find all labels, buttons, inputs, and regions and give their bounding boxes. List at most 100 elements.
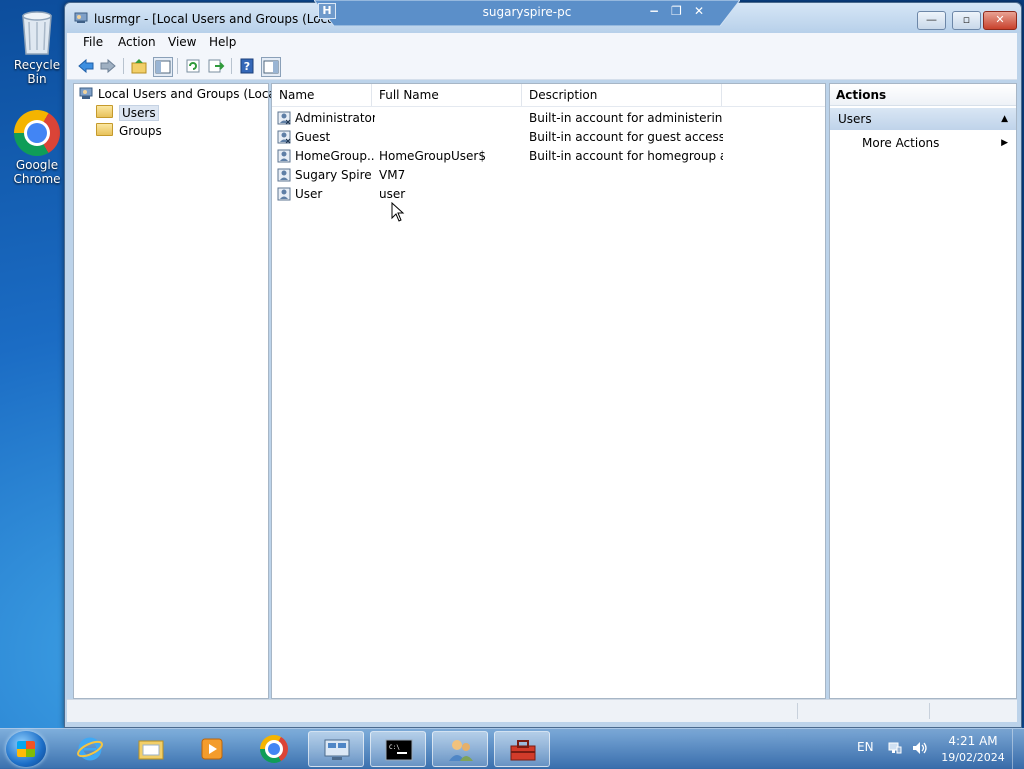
clock-time[interactable]: 4:21 AM (940, 734, 1006, 748)
taskbar-remote-desktop[interactable] (308, 731, 364, 767)
column-header-name[interactable]: Name (272, 84, 372, 106)
user-description: Built-in account for guest access t... (529, 130, 723, 144)
actions-header: Actions (830, 84, 1016, 106)
start-button[interactable] (6, 731, 46, 767)
status-bar (67, 699, 1017, 722)
status-divider (929, 703, 930, 719)
svg-text:?: ? (244, 60, 250, 73)
forward-icon[interactable] (99, 57, 117, 75)
tree-item-local-users-and-groups[interactable]: Local Users and Groups (Local) (79, 87, 284, 101)
console-tree: Local Users and Groups (Local) Users Gro… (73, 83, 284, 699)
taskbar-windows-explorer[interactable] (123, 731, 179, 767)
tree-users-label: Users (119, 105, 159, 121)
chrome-icon (14, 110, 60, 156)
user-name: Sugary Spire (295, 168, 372, 182)
show-desktop-button[interactable] (1012, 729, 1024, 769)
menu-view[interactable]: View (166, 35, 198, 49)
local-users-icon (449, 740, 473, 761)
folder-icon (96, 123, 113, 136)
maximize-button[interactable]: ▫ (952, 11, 981, 30)
language-indicator[interactable]: EN (857, 740, 874, 754)
tree-item-groups[interactable]: Groups (96, 123, 162, 138)
more-actions-item[interactable]: More Actions ▶ (862, 134, 1012, 152)
close-button[interactable]: ✕ (983, 11, 1017, 30)
user-row-guest[interactable]: Guest Built-in account for guest access … (272, 128, 825, 147)
toolbar: ? (67, 53, 1017, 80)
media-player-icon (201, 738, 223, 760)
user-full-name: HomeGroupUser$ (379, 149, 486, 163)
internet-explorer-icon (77, 737, 103, 761)
user-account-icon (277, 187, 291, 201)
desktop-icon-google-chrome[interactable]: Google Chrome (4, 110, 70, 186)
taskbar-media-player[interactable] (184, 731, 240, 767)
volume-icon[interactable] (912, 741, 928, 755)
user-row-administrator[interactable]: Administrator Built-in account for admin… (272, 109, 825, 128)
up-folder-icon[interactable] (130, 57, 148, 75)
taskbar: C:\ EN 4:21 AM 19/02/2024 (0, 728, 1024, 769)
tree-groups-label: Groups (119, 124, 162, 138)
mouse-cursor-icon (391, 202, 405, 222)
help-icon[interactable]: ? (238, 57, 256, 75)
user-row-homegroup[interactable]: HomeGroup... HomeGroupUser$ Built-in acc… (272, 147, 825, 166)
minimize-button[interactable]: — (917, 11, 946, 30)
toolbar-separator (123, 58, 124, 74)
lusrmgr-app-icon (74, 12, 88, 23)
remote-minimize-button[interactable]: − (649, 4, 659, 18)
taskbar-command-prompt[interactable]: C:\ (370, 731, 426, 767)
toolbar-separator (177, 58, 178, 74)
user-account-icon (277, 130, 291, 144)
user-description: Built-in account for administering... (529, 111, 723, 125)
taskbar-toolbox[interactable] (494, 731, 550, 767)
recycle-bin-label: Recycle Bin (13, 58, 61, 86)
remote-desktop-icon (324, 739, 350, 760)
user-row-sugary-spire[interactable]: Sugary Spire VM7 (272, 166, 825, 185)
toolbox-icon (510, 740, 536, 761)
tree-item-users[interactable]: Users (96, 105, 159, 121)
collapse-arrow-icon[interactable]: ▲ (1001, 108, 1008, 130)
refresh-icon[interactable] (184, 57, 202, 75)
tree-root-label: Local Users and Groups (Local) (98, 87, 284, 101)
column-header-description[interactable]: Description (522, 84, 722, 106)
header-divider (272, 106, 825, 107)
taskbar-chrome[interactable] (246, 731, 302, 767)
user-name: User (295, 187, 323, 201)
taskbar-local-users[interactable] (432, 731, 488, 767)
user-name: Guest (295, 130, 331, 144)
column-header-full-name[interactable]: Full Name (372, 84, 522, 106)
command-prompt-icon: C:\ (385, 739, 413, 761)
back-icon[interactable] (77, 57, 95, 75)
user-full-name: VM7 (379, 168, 406, 182)
user-name: HomeGroup... (295, 149, 375, 163)
user-account-icon (277, 111, 291, 125)
menu-file[interactable]: File (81, 35, 105, 49)
show-hide-tree-icon[interactable] (153, 57, 173, 77)
lusrmgr-window: lusrmgr - [Local Users and Groups (Local… (64, 2, 1022, 728)
user-account-icon (277, 168, 291, 182)
local-users-groups-icon (79, 87, 93, 99)
actions-section-users[interactable]: Users ▲ (830, 108, 1016, 130)
user-description: Built-in account for homegroup a... (529, 149, 723, 163)
status-divider (797, 703, 798, 719)
export-list-icon[interactable] (207, 57, 225, 75)
menu-action[interactable]: Action (116, 35, 158, 49)
remote-restore-button[interactable]: ❐ (671, 4, 682, 18)
network-icon[interactable] (888, 741, 902, 755)
users-list: Name Full Name Description Administrator… (271, 83, 826, 699)
menu-help[interactable]: Help (207, 35, 238, 49)
desktop-icon-recycle-bin[interactable]: Recycle Bin (4, 6, 70, 86)
more-actions-label: More Actions (862, 136, 940, 150)
user-row-user[interactable]: User user (272, 185, 825, 204)
user-account-icon (277, 149, 291, 163)
remote-session-bar: H sugaryspire-pc − ❐ ✕ (314, 0, 740, 26)
clock-date[interactable]: 19/02/2024 (940, 751, 1006, 764)
chrome-icon (260, 735, 288, 763)
show-hide-action-pane-icon[interactable] (261, 57, 281, 77)
taskbar-internet-explorer[interactable] (62, 731, 118, 767)
toolbar-separator (231, 58, 232, 74)
remote-close-button[interactable]: ✕ (694, 4, 704, 18)
menu-bar: File Action View Help (67, 33, 1017, 53)
submenu-arrow-icon: ▶ (1001, 138, 1008, 148)
actions-section-label: Users (838, 112, 872, 126)
svg-text:C:\: C:\ (389, 744, 400, 751)
google-chrome-label: Google Chrome (13, 158, 61, 186)
